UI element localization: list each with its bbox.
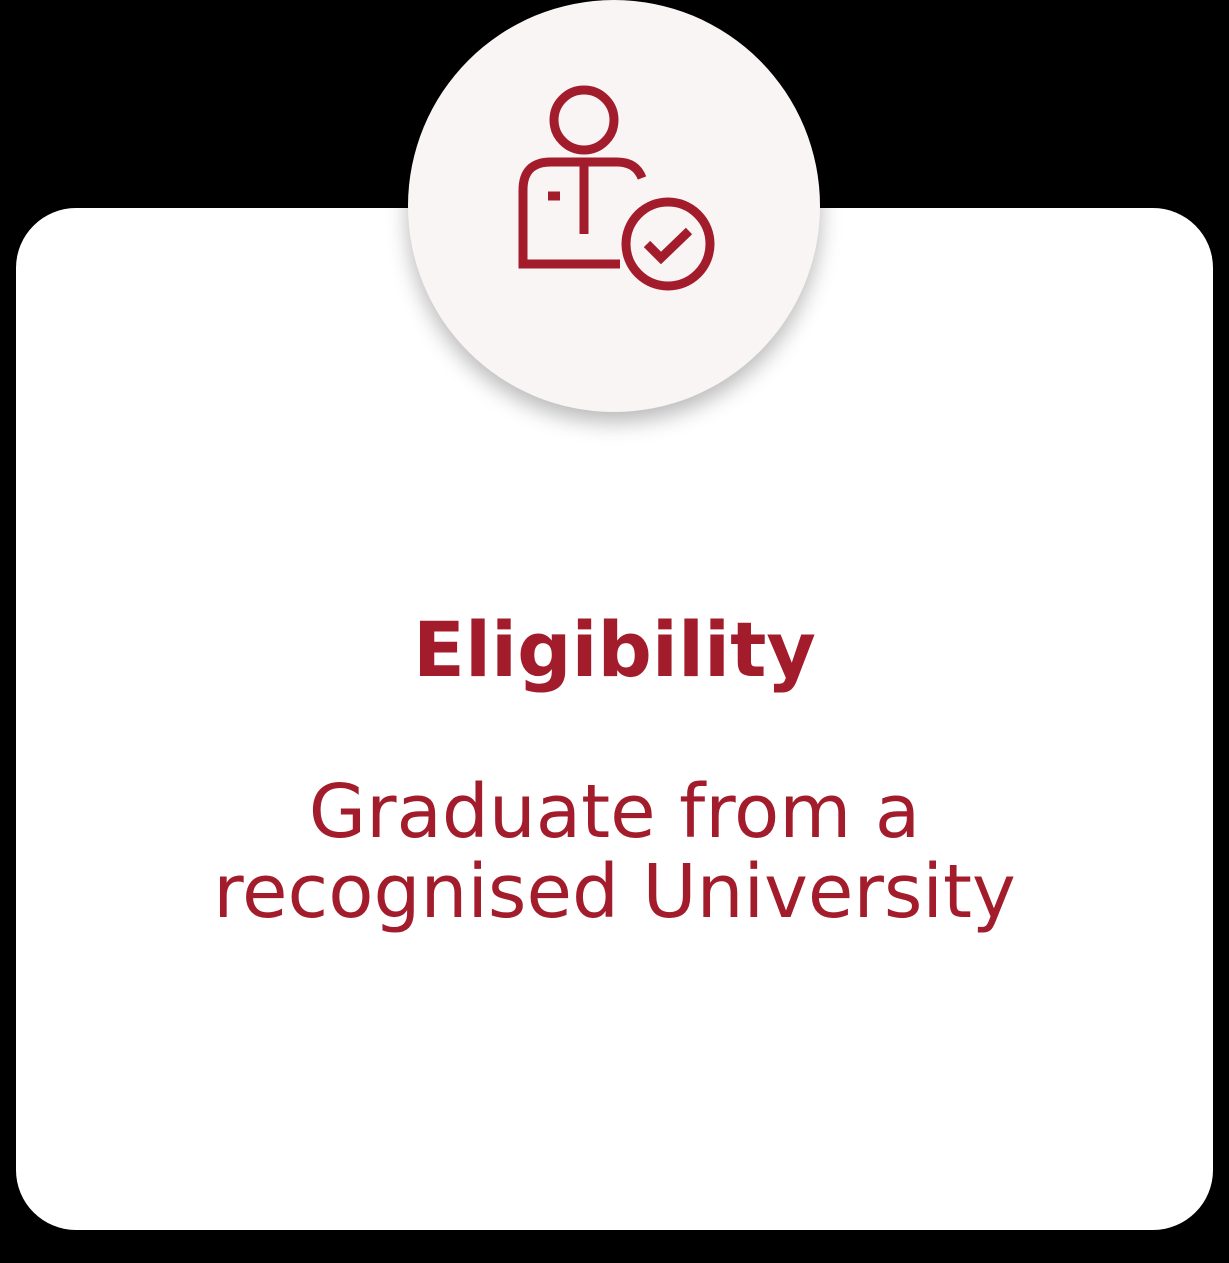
description-line-1: Graduate from a — [308, 769, 921, 855]
description-line-2: recognised University — [213, 849, 1016, 935]
card-description: Graduate from a recognised University — [16, 772, 1213, 932]
icon-badge — [408, 0, 820, 412]
card-title: Eligibility — [413, 605, 816, 694]
user-check-icon — [518, 85, 715, 291]
